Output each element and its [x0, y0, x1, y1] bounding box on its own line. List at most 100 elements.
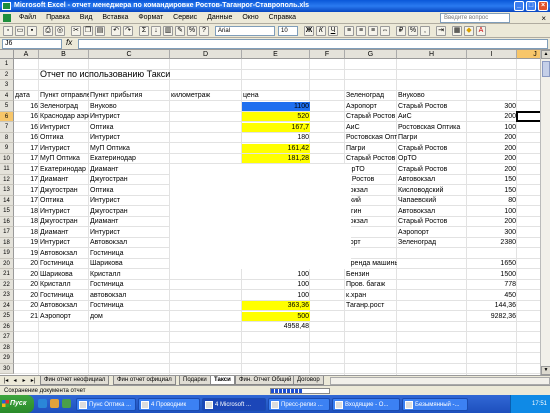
right-cell-to[interactable]: Пагри	[397, 133, 467, 142]
right-cell-to[interactable]: Старый Ростов	[397, 102, 467, 111]
scroll-up-icon[interactable]: ▲	[541, 50, 550, 59]
right-cell-from[interactable]: ыгин	[345, 207, 397, 216]
cell-date[interactable]: 16	[14, 123, 39, 132]
cell-to[interactable]: дом	[89, 312, 170, 321]
right-cell-to[interactable]	[397, 259, 467, 268]
cell-from[interactable]: Зеленоград	[39, 102, 89, 111]
cell-date[interactable]: 17	[14, 175, 39, 184]
cell-from[interactable]: Оптика	[39, 196, 89, 205]
cell-to[interactable]: Джугостран	[89, 207, 170, 216]
cell-to[interactable]: Оптика	[89, 186, 170, 195]
right-cell-value[interactable]: 2380	[467, 238, 517, 247]
menu-help[interactable]: Справка	[265, 12, 300, 24]
cell-date[interactable]: 17	[14, 186, 39, 195]
cell-from[interactable]: Диамант	[39, 175, 89, 184]
task-inbox[interactable]: Входящие - О...	[332, 398, 400, 411]
maximize-button[interactable]: □	[526, 1, 536, 11]
cell-to[interactable]: Интурист	[89, 196, 170, 205]
cell-date[interactable]: 21	[14, 312, 39, 321]
row-header-15[interactable]: 15	[0, 206, 14, 217]
right-cell-to[interactable]: Старый Ростов	[397, 144, 467, 153]
cell-to[interactable]: Кристалл	[89, 270, 170, 279]
task-explorer[interactable]: 4 Проводник	[138, 398, 200, 411]
autosum-icon[interactable]: Σ	[139, 26, 149, 36]
right-cell-from[interactable]: Аэропорт	[345, 102, 397, 111]
new-icon[interactable]: ▫	[3, 26, 13, 36]
print-icon[interactable]: ⎙	[43, 26, 53, 36]
cell-to[interactable]: Интурист	[89, 228, 170, 237]
col-header-E[interactable]: E	[242, 50, 310, 59]
cell-total[interactable]: 4958,48	[242, 322, 310, 331]
open-icon[interactable]: ▭	[15, 26, 25, 36]
row-header-26[interactable]: 26	[0, 321, 14, 332]
cell-date[interactable]: 17	[14, 144, 39, 153]
cell-from[interactable]: Автовокзал	[39, 301, 89, 310]
right-cell-from[interactable]: цкий	[345, 196, 397, 205]
zoom-icon[interactable]: %	[187, 26, 197, 36]
row-header-28[interactable]: 28	[0, 342, 14, 353]
cell-price[interactable]: 161,42	[242, 143, 310, 153]
right-cell-to[interactable]: Аэропорт	[397, 228, 467, 237]
active-cell-cursor[interactable]	[516, 110, 540, 122]
cell-from[interactable]: Автовокзал	[39, 249, 89, 258]
row-header-7[interactable]: 7	[0, 122, 14, 133]
align-center-icon[interactable]: ≡	[356, 26, 366, 36]
right-cell-value[interactable]: 200	[467, 112, 517, 121]
right-cell-to[interactable]: Автовокзал	[397, 175, 467, 184]
cell-from[interactable]: Гостиница	[39, 259, 89, 268]
task-optika[interactable]: Пунс Оптика ...	[76, 398, 136, 411]
menu-tools[interactable]: Сервис	[169, 12, 201, 24]
cell-date[interactable]: 17	[14, 165, 39, 174]
cell-to[interactable]: Гостиница	[89, 280, 170, 289]
cell-from[interactable]: Интурист	[39, 123, 89, 132]
cell-from[interactable]: Интурист	[39, 144, 89, 153]
right-cell-value[interactable]: 80	[467, 196, 517, 205]
align-right-icon[interactable]: ≡	[368, 26, 378, 36]
spreadsheet-grid[interactable]: A B C D E F G H I J 1 2 3 4 5 6 7 8 9 10 11 12 13 14 15 16 17 18 19 2…	[0, 50, 540, 375]
cell-date[interactable]: 16	[14, 112, 39, 121]
italic-icon[interactable]: К	[316, 26, 326, 36]
cut-icon[interactable]: ✂	[71, 26, 81, 36]
last-sheet-icon[interactable]: ▸|	[29, 377, 37, 385]
cell-price[interactable]: 180	[242, 133, 310, 142]
right-cell-to[interactable]: Старый Ростов	[397, 165, 467, 174]
cell-date[interactable]: 17	[14, 154, 39, 163]
font-color-icon[interactable]: A	[476, 26, 486, 36]
col-header-A[interactable]: A	[14, 50, 39, 59]
right-cell-value[interactable]: 300	[467, 102, 517, 111]
cell-to[interactable]: Джугостран	[89, 175, 170, 184]
right-cell-to[interactable]: АиС	[397, 112, 467, 121]
right-cell-value[interactable]: 200	[467, 144, 517, 153]
cell-price[interactable]: 100	[242, 270, 310, 279]
cell-from[interactable]: Аэропорт	[39, 312, 89, 321]
ie-icon[interactable]	[38, 399, 47, 408]
merge-icon[interactable]: ⇔	[380, 26, 390, 36]
row-header-25[interactable]: 25	[0, 311, 14, 322]
cell-date[interactable]: 18	[14, 207, 39, 216]
font-name-select[interactable]: Arial	[215, 26, 275, 36]
row-header-20[interactable]: 20	[0, 258, 14, 269]
tab-fin-obshiy[interactable]: Фин. Отчет Общий	[235, 376, 296, 385]
cell-from[interactable]: Джугостран	[39, 186, 89, 195]
right-cell-value[interactable]: 200	[467, 133, 517, 142]
row-header-5[interactable]: 5	[0, 101, 14, 112]
cell-to[interactable]: Гостиница	[89, 249, 170, 258]
right-cell-from[interactable]: Пров. багаж	[345, 280, 397, 289]
right-cell-from[interactable]: Аренда машины	[345, 259, 397, 268]
cell-price[interactable]: 100	[242, 291, 310, 300]
header-to[interactable]: Пункт прибытия	[89, 91, 170, 100]
start-button[interactable]: Пуск	[0, 395, 34, 413]
cell-price[interactable]: 100	[242, 280, 310, 289]
task-excel[interactable]: 4 Microsoft ...	[202, 398, 266, 411]
right-cell-to[interactable]: Кисловодский	[397, 186, 467, 195]
cell-to[interactable]: Оптика	[89, 123, 170, 132]
cell-date[interactable]: 16	[14, 133, 39, 142]
menu-edit[interactable]: Правка	[42, 12, 74, 24]
menu-format[interactable]: Формат	[134, 12, 167, 24]
tab-fin-oficial[interactable]: Фин отчет официал	[113, 376, 176, 385]
right-cell-to[interactable]	[397, 312, 467, 321]
cell-date[interactable]: 20	[14, 259, 39, 268]
sort-icon[interactable]: ↓	[151, 26, 161, 36]
right-cell-value[interactable]: 450	[467, 291, 517, 300]
cell-to[interactable]: автовокзал	[89, 291, 170, 300]
